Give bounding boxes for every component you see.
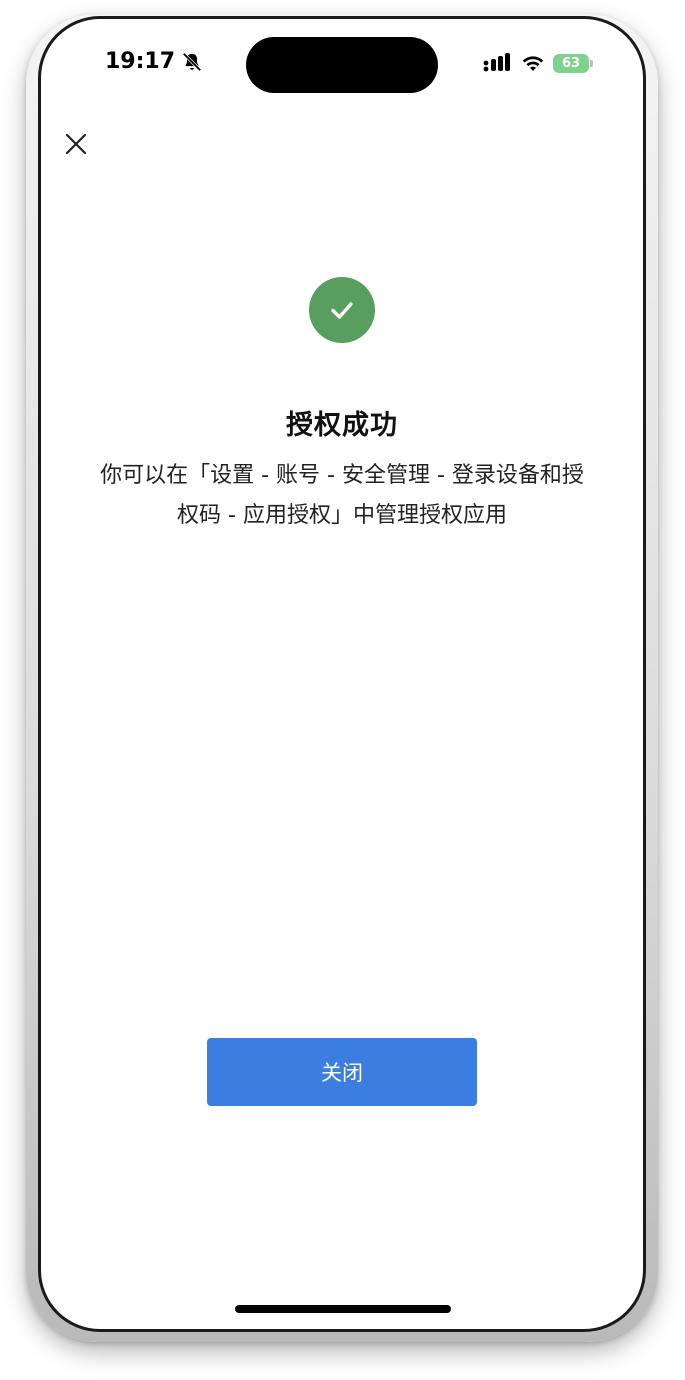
battery-charging-icon: 63 [553, 53, 593, 73]
success-description: 你可以在「设置 - 账号 - 安全管理 - 登录设备和授权码 - 应用授权」中管… [100, 463, 584, 528]
status-bar-indicators: 63 [483, 53, 593, 73]
close-button[interactable]: 关闭 [207, 1038, 477, 1106]
checkmark-circle-icon [309, 277, 375, 343]
status-bar-time: 19:17 [105, 49, 203, 74]
clock-text: 19:17 [105, 49, 176, 74]
dynamic-island [246, 37, 438, 93]
signal-icon [483, 53, 510, 72]
success-title: 授权成功 [286, 410, 398, 441]
checkmark-icon [331, 302, 353, 319]
bell-muted-icon [182, 52, 202, 71]
phone-screen: 19:17 63 授权成功 你可以在「设置 - 账号 - 安全管理 - 登录设备… [41, 19, 643, 1329]
battery-cap [590, 59, 593, 67]
battery-level: 63 [553, 53, 589, 73]
wifi-icon [522, 56, 544, 71]
home-indicator[interactable] [235, 1305, 451, 1313]
close-icon[interactable] [61, 129, 91, 159]
